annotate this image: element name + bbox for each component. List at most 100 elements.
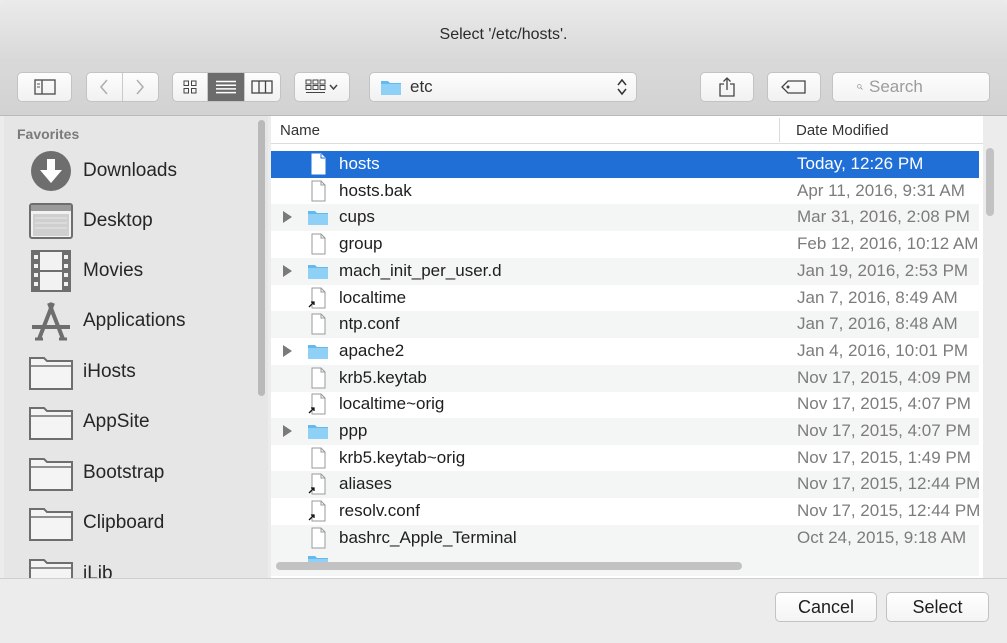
applications-icon <box>29 299 73 343</box>
open-file-dialog: Select '/etc/hosts'. etc Search Favorite… <box>0 0 1007 643</box>
document-icon <box>311 447 326 469</box>
back-icon <box>100 79 108 95</box>
file-list: Name Date Modified hosts Today, 12:26 PM h… <box>271 116 983 578</box>
table-row[interactable]: bashrc_Apple_Terminal Oct 24, 2015, 9:18 … <box>271 524 979 552</box>
file-date-modified: Jan 7, 2016, 8:48 AM <box>797 314 958 334</box>
file-date-modified: Nov 17, 2015, 4:07 PM <box>797 421 971 440</box>
disclosure-triangle-icon[interactable] <box>283 264 292 277</box>
sidebar-scrollbar[interactable] <box>258 120 265 396</box>
path-label: etc <box>410 77 433 96</box>
column-divider[interactable] <box>779 118 780 142</box>
file-date-modified: Today, 12:26 PM <box>797 154 924 173</box>
table-row[interactable]: aliases Nov 17, 2015, 12:44 PM <box>271 471 981 499</box>
file-name: group <box>339 234 383 254</box>
document-icon <box>311 233 326 255</box>
file-name: krb5.keytab~orig <box>339 447 466 467</box>
disclosure-triangle-icon[interactable] <box>283 425 292 437</box>
sidebar-item-desktop[interactable]: Desktop <box>4 196 254 246</box>
search-field[interactable] <box>832 72 990 102</box>
table-row[interactable]: group Feb 12, 2016, 10:12 AM <box>271 231 979 258</box>
column-header-name[interactable]: Name <box>280 122 320 139</box>
tag-icon <box>781 80 806 94</box>
file-date-modified: Nov 17, 2015, 12:44 PM <box>797 474 981 494</box>
sidebar-toggle-icon <box>33 79 56 95</box>
document-icon <box>311 180 326 202</box>
file-date-modified: Nov 17, 2015, 4:07 PM <box>797 394 971 414</box>
table-row[interactable]: resolv.conf Nov 17, 2015, 12:44 PM <box>271 498 981 525</box>
path-popup[interactable]: etc <box>369 72 637 102</box>
file-name: bashrc_Apple_Terminal <box>339 527 517 547</box>
table-row[interactable]: localtime~orig Nov 17, 2015, 4:07 PM <box>271 391 979 418</box>
table-row[interactable]: cups Mar 31, 2016, 2:08 PM <box>271 204 979 232</box>
table-row[interactable]: localtime Jan 7, 2016, 8:49 AM <box>271 285 979 312</box>
forward-icon <box>136 79 145 95</box>
sidebar-item-ilib[interactable]: iLib <box>4 549 254 578</box>
table-row[interactable]: ppp Nov 17, 2015, 4:07 PM <box>271 418 979 445</box>
file-date-modified: Nov 17, 2015, 4:09 PM <box>797 367 971 387</box>
file-date-modified: Jan 4, 2016, 10:01 PM <box>797 340 969 360</box>
back-button[interactable] <box>87 73 123 101</box>
sidebar-item-downloads[interactable]: Downloads <box>4 146 254 196</box>
sidebar-item-bootstrap[interactable]: Bootstrap <box>4 448 254 498</box>
disclosure-triangle-icon[interactable] <box>283 344 292 357</box>
table-row[interactable]: hosts Today, 12:26 PM <box>271 151 979 178</box>
document-icon <box>311 153 326 175</box>
file-name: localtime~orig <box>339 394 445 414</box>
alias-icon <box>308 473 326 495</box>
sidebar-item-movies[interactable]: Movies <box>4 246 254 296</box>
back-forward-control <box>86 72 159 102</box>
document-icon <box>311 527 326 549</box>
sidebar-item-applications[interactable]: Applications <box>4 296 254 346</box>
folder-icon <box>308 211 328 226</box>
list-view-button[interactable] <box>208 73 245 101</box>
file-date-modified: Nov 17, 2015, 12:44 PM <box>797 501 981 521</box>
file-name: ppp <box>339 421 368 440</box>
file-date-modified: Mar 31, 2016, 2:08 PM <box>797 207 970 227</box>
table-row[interactable]: krb5.keytab~orig Nov 17, 2015, 1:49 PM <box>271 445 979 472</box>
file-name: hosts.bak <box>339 180 412 200</box>
table-row[interactable]: hosts.bak Apr 11, 2016, 9:31 AM <box>271 178 979 205</box>
file-list-vertical-scrollbar[interactable] <box>984 148 996 220</box>
document-icon <box>311 367 326 389</box>
folder-icon <box>29 400 73 444</box>
search-input[interactable] <box>869 77 989 97</box>
folder-icon <box>29 501 73 545</box>
column-header: Name Date Modified <box>271 116 983 144</box>
sidebar-item-label: AppSite <box>83 411 150 432</box>
folder-icon <box>381 81 401 95</box>
select-button[interactable]: Select <box>886 592 989 622</box>
icon-view-icon <box>183 80 197 94</box>
tag-button[interactable] <box>767 72 821 102</box>
alias-icon <box>308 287 326 308</box>
file-name: krb5.keytab <box>339 367 427 387</box>
sidebar: Favorites Downloads Desktop Movies Appli… <box>4 116 268 578</box>
arrange-icon <box>305 79 338 93</box>
sidebar-item-label: Movies <box>83 260 144 281</box>
forward-button[interactable] <box>123 73 159 101</box>
icon-view-button[interactable] <box>173 73 209 101</box>
sidebar-toggle-button[interactable] <box>17 72 72 102</box>
arrange-button[interactable] <box>294 72 350 102</box>
sidebar-item-appsite[interactable]: AppSite <box>4 397 254 447</box>
table-row[interactable]: apache2 Jan 4, 2016, 10:01 PM <box>271 338 979 365</box>
table-row[interactable]: ntp.conf Jan 7, 2016, 8:48 AM <box>271 311 979 339</box>
window-title: Select '/etc/hosts'. <box>439 26 568 43</box>
file-name: aliases <box>339 474 392 494</box>
sidebar-item-ihosts[interactable]: iHosts <box>4 347 254 397</box>
sidebar-item-label: Desktop <box>83 210 153 231</box>
share-button[interactable] <box>700 72 754 102</box>
file-list-horizontal-scrollbar[interactable] <box>276 562 742 570</box>
table-row[interactable]: krb5.keytab Nov 17, 2015, 4:09 PM <box>271 364 979 392</box>
dialog-button-bar: Cancel Select <box>0 578 1007 643</box>
column-header-date-modified[interactable]: Date Modified <box>796 122 889 139</box>
disclosure-triangle-icon[interactable] <box>283 211 292 224</box>
file-name: hosts <box>339 154 380 173</box>
file-name: cups <box>339 207 375 227</box>
sidebar-item-clipboard[interactable]: Clipboard <box>4 498 254 548</box>
column-view-button[interactable] <box>245 73 280 101</box>
sidebar-item-label: iHosts <box>83 361 136 382</box>
table-row[interactable]: mach_init_per_user.d Jan 19, 2016, 2:53 P… <box>271 257 979 285</box>
share-icon <box>719 77 735 97</box>
folder-icon <box>308 264 328 279</box>
cancel-button[interactable]: Cancel <box>775 592 877 622</box>
